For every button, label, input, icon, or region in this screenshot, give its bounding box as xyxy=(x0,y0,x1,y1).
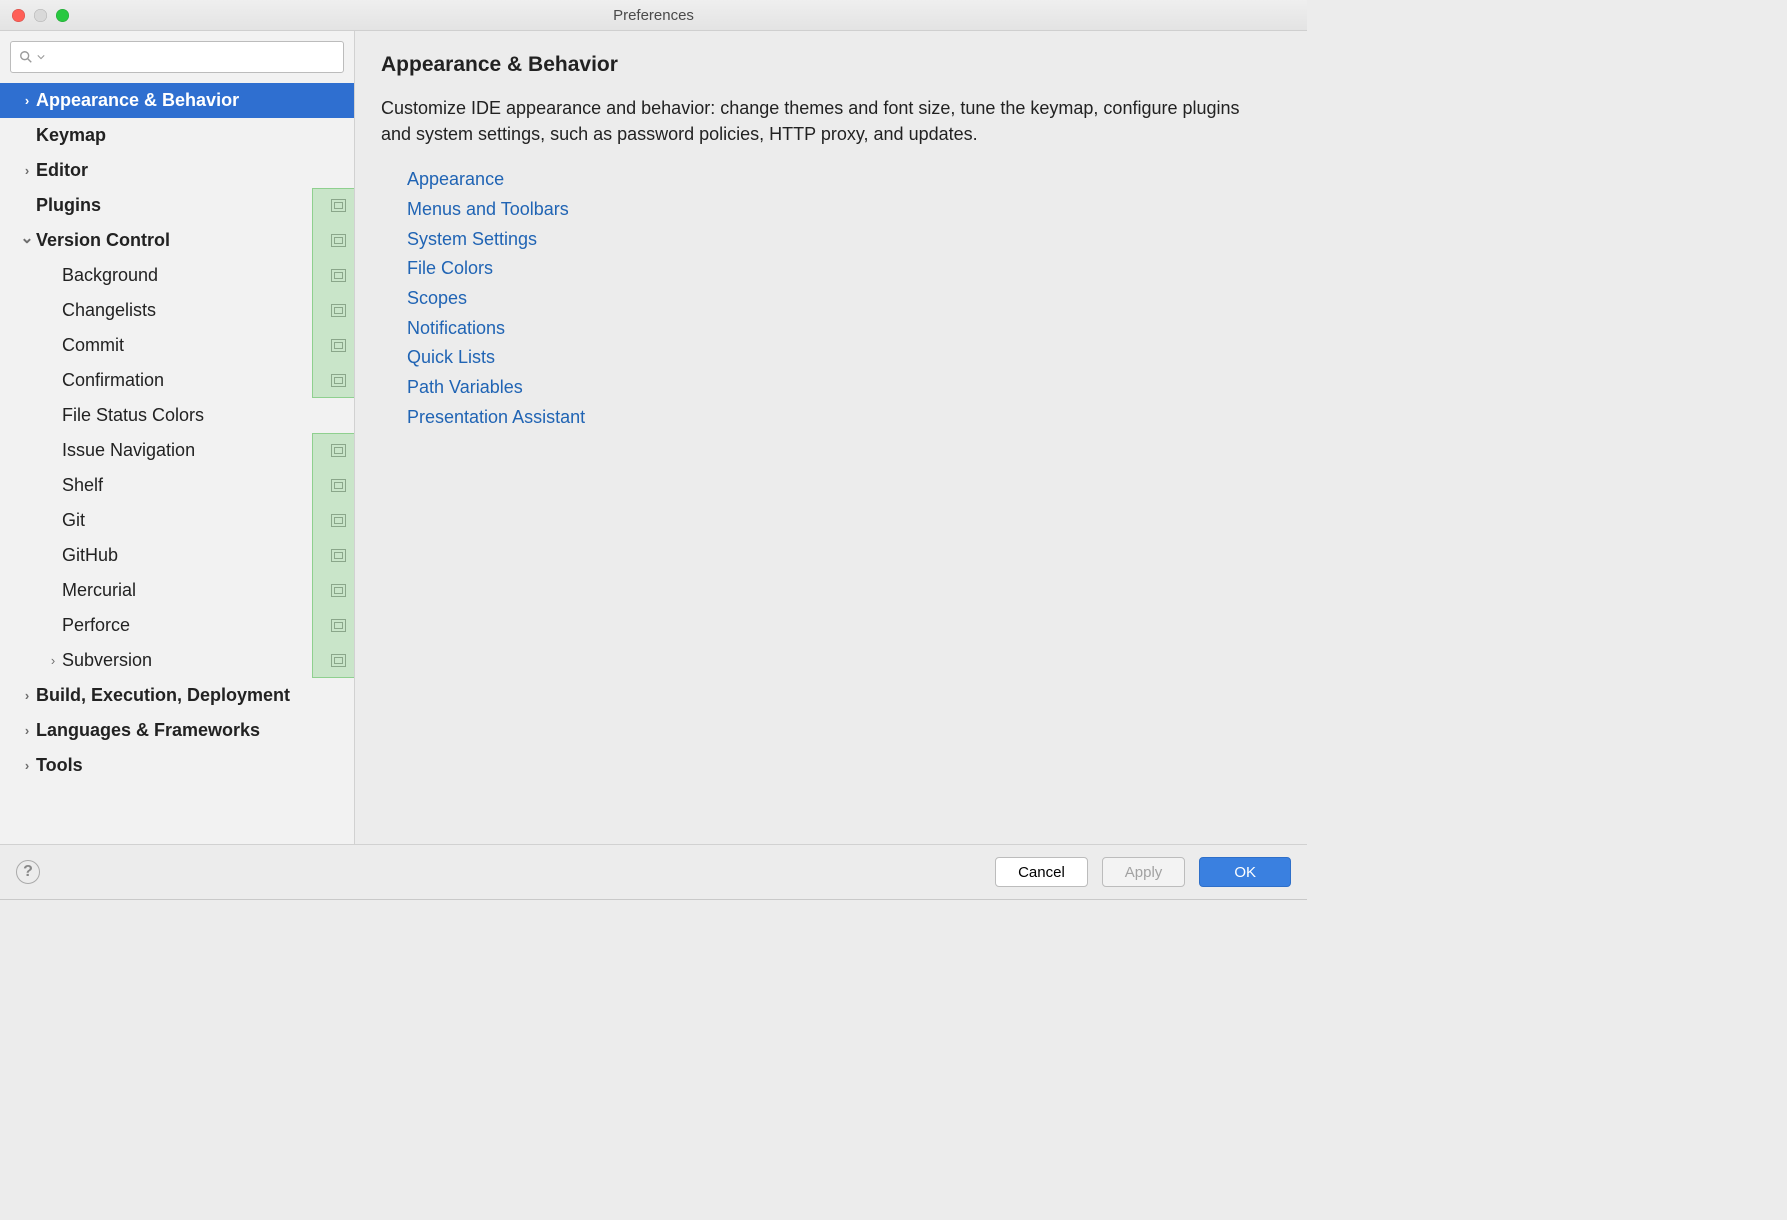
sidebar-item-label: Mercurial xyxy=(62,580,331,601)
window-controls xyxy=(12,9,69,22)
cancel-button[interactable]: Cancel xyxy=(995,857,1088,887)
panel-link[interactable]: Scopes xyxy=(407,284,1281,314)
panel-links: AppearanceMenus and ToolbarsSystem Setti… xyxy=(381,165,1281,432)
sidebar-item[interactable]: ›Build, Execution, Deployment xyxy=(0,678,354,713)
sidebar-item[interactable]: ›Subversion xyxy=(0,643,354,678)
sidebar-item[interactable]: Changelists xyxy=(0,293,354,328)
sidebar-item-label: File Status Colors xyxy=(62,405,346,426)
project-level-icon xyxy=(331,304,346,317)
apply-button[interactable]: Apply xyxy=(1102,857,1186,887)
chevron-right-icon: › xyxy=(18,758,36,773)
footer: ? Cancel Apply OK xyxy=(0,844,1307,899)
sidebar-item[interactable]: Git xyxy=(0,503,354,538)
sidebar-item-label: Plugins xyxy=(36,195,331,216)
zoom-window-button[interactable] xyxy=(56,9,69,22)
panel-link[interactable]: File Colors xyxy=(407,254,1281,284)
sidebar-item-label: Commit xyxy=(62,335,331,356)
sidebar-item-label: GitHub xyxy=(62,545,331,566)
body: ›Appearance & BehaviorKeymap›EditorPlugi… xyxy=(0,31,1307,844)
panel-link[interactable]: Appearance xyxy=(407,165,1281,195)
titlebar: Preferences xyxy=(0,0,1307,31)
panel-link[interactable]: Presentation Assistant xyxy=(407,403,1281,433)
search-field-wrapper[interactable] xyxy=(10,41,344,73)
project-level-icon xyxy=(331,619,346,632)
chevron-right-icon: › xyxy=(18,723,36,738)
sidebar-item[interactable]: ›Languages & Frameworks xyxy=(0,713,354,748)
project-level-icon xyxy=(331,479,346,492)
sidebar-item-label: Editor xyxy=(36,160,346,181)
search-input[interactable] xyxy=(49,49,335,66)
help-button[interactable]: ? xyxy=(16,860,40,884)
sidebar-item[interactable]: ›Editor xyxy=(0,153,354,188)
chevron-down-icon: ⌄ xyxy=(18,228,36,248)
project-level-icon xyxy=(331,584,346,597)
panel-link[interactable]: Quick Lists xyxy=(407,343,1281,373)
panel-link[interactable]: Menus and Toolbars xyxy=(407,195,1281,225)
panel-heading: Appearance & Behavior xyxy=(381,53,1281,77)
project-level-icon xyxy=(331,199,346,212)
chevron-right-icon: › xyxy=(18,163,36,178)
minimize-window-button[interactable] xyxy=(34,9,47,22)
panel-link[interactable]: Path Variables xyxy=(407,373,1281,403)
sidebar-item[interactable]: Shelf xyxy=(0,468,354,503)
sidebar-item-label: Changelists xyxy=(62,300,331,321)
project-level-icon xyxy=(331,444,346,457)
project-level-icon xyxy=(331,654,346,667)
sidebar-item-label: Tools xyxy=(36,755,346,776)
panel-description: Customize IDE appearance and behavior: c… xyxy=(381,95,1261,147)
preferences-window: Preferences ›Appearance & BehaviorKeymap… xyxy=(0,0,1307,900)
panel-link[interactable]: System Settings xyxy=(407,225,1281,255)
project-level-icon xyxy=(331,549,346,562)
sidebar-item-label: Git xyxy=(62,510,331,531)
sidebar-item[interactable]: Keymap xyxy=(0,118,354,153)
settings-tree: ›Appearance & BehaviorKeymap›EditorPlugi… xyxy=(0,83,354,844)
window-title: Preferences xyxy=(0,7,1307,24)
sidebar-item[interactable]: ›Appearance & Behavior xyxy=(0,83,354,118)
ok-button[interactable]: OK xyxy=(1199,857,1291,887)
search-icon xyxy=(19,50,33,64)
chevron-down-icon xyxy=(37,53,45,61)
sidebar-item-label: Perforce xyxy=(62,615,331,636)
sidebar: ›Appearance & BehaviorKeymap›EditorPlugi… xyxy=(0,31,355,844)
sidebar-item-label: Shelf xyxy=(62,475,331,496)
sidebar-item-label: Version Control xyxy=(36,230,331,251)
sidebar-item-label: Languages & Frameworks xyxy=(36,720,346,741)
sidebar-item[interactable]: Confirmation xyxy=(0,363,354,398)
chevron-right-icon: › xyxy=(44,653,62,668)
sidebar-item-label: Appearance & Behavior xyxy=(36,90,346,111)
project-level-icon xyxy=(331,339,346,352)
project-level-icon xyxy=(331,374,346,387)
panel-link[interactable]: Notifications xyxy=(407,314,1281,344)
sidebar-item-label: Build, Execution, Deployment xyxy=(36,685,346,706)
close-window-button[interactable] xyxy=(12,9,25,22)
sidebar-item[interactable]: ⌄Version Control xyxy=(0,223,354,258)
sidebar-item[interactable]: Mercurial xyxy=(0,573,354,608)
chevron-right-icon: › xyxy=(18,93,36,108)
sidebar-item-label: Issue Navigation xyxy=(62,440,331,461)
sidebar-item-label: Confirmation xyxy=(62,370,331,391)
sidebar-item[interactable]: File Status Colors xyxy=(0,398,354,433)
project-level-icon xyxy=(331,234,346,247)
sidebar-item[interactable]: Commit xyxy=(0,328,354,363)
project-level-icon xyxy=(331,269,346,282)
sidebar-item-label: Keymap xyxy=(36,125,346,146)
sidebar-item[interactable]: Perforce xyxy=(0,608,354,643)
sidebar-item-label: Background xyxy=(62,265,331,286)
sidebar-item[interactable]: Background xyxy=(0,258,354,293)
sidebar-item[interactable]: Issue Navigation xyxy=(0,433,354,468)
project-level-icon xyxy=(331,514,346,527)
sidebar-item[interactable]: ›Tools xyxy=(0,748,354,783)
sidebar-item[interactable]: Plugins xyxy=(0,188,354,223)
main-panel: Appearance & Behavior Customize IDE appe… xyxy=(355,31,1307,844)
sidebar-item[interactable]: GitHub xyxy=(0,538,354,573)
chevron-right-icon: › xyxy=(18,688,36,703)
sidebar-item-label: Subversion xyxy=(62,650,331,671)
